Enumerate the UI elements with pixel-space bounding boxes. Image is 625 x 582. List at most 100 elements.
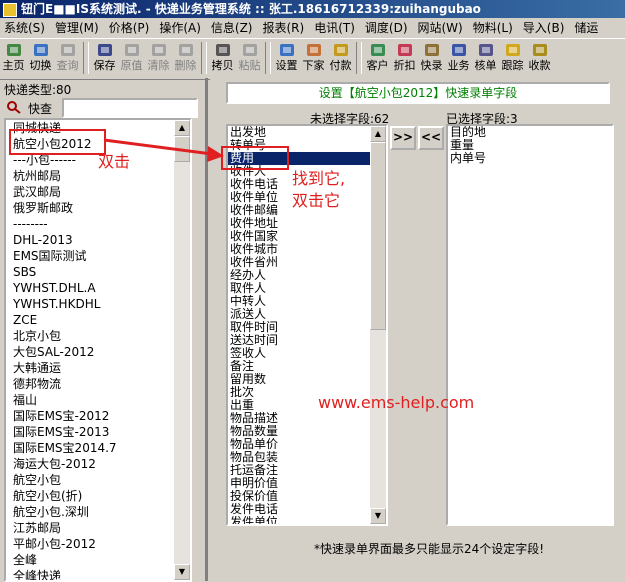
scroll-up-arrow[interactable]: ▲ (370, 126, 386, 142)
courier-type-item[interactable]: 国际EMS宝-2013 (6, 424, 174, 440)
unselected-field-item[interactable]: 备注 (228, 360, 370, 373)
menu-item[interactable]: 物料(L) (469, 21, 519, 35)
unselected-field-item[interactable]: 物品单价 (228, 438, 370, 451)
annotation-double-click-it: 双击它 (292, 191, 341, 210)
toolbar-button-customer[interactable]: 客户 (365, 39, 390, 77)
unselected-field-item[interactable]: 经办人 (228, 269, 370, 282)
toolbar-button-clear[interactable]: 清除 (146, 39, 171, 77)
courier-type-item[interactable]: SBS (6, 264, 174, 280)
toolbar-button-quick-entry[interactable]: 快录 (419, 39, 444, 77)
toolbar-button-discount[interactable]: 折扣 (392, 39, 417, 77)
remove-field-button[interactable]: << (418, 126, 444, 150)
courier-type-item[interactable]: YWHST.HKDHL (6, 296, 174, 312)
courier-type-item[interactable]: 航空小包(折) (6, 488, 174, 504)
toolbar-button-next-party[interactable]: 下家 (301, 39, 326, 77)
courier-type-item[interactable]: 航空小包.深圳 (6, 504, 174, 520)
menu-item[interactable]: 操作(A) (155, 21, 207, 35)
courier-type-item[interactable]: DHL-2013 (6, 232, 174, 248)
courier-type-item[interactable]: 航空小包 (6, 472, 174, 488)
courier-type-item[interactable]: 平邮小包-2012 (6, 536, 174, 552)
toolbar-button-save[interactable]: 保存 (92, 39, 117, 77)
menu-item[interactable]: 管理(M) (51, 21, 105, 35)
courier-type-item[interactable]: 江苏邮局 (6, 520, 174, 536)
courier-list-scrollbar[interactable]: ▲ ▼ (174, 120, 190, 580)
courier-type-item[interactable]: 全峰 (6, 552, 174, 568)
unselected-field-item[interactable]: 发件电话 (228, 503, 370, 516)
menu-item[interactable]: 导入(B) (519, 21, 571, 35)
menu-item[interactable]: 储运 (570, 21, 604, 35)
toolbar: 主页 切换 查询 保存 原值 清除 删除 拷贝 粘贴 设置 下家 付款 客户 折扣 快录 业务 核单 跟踪 收款 (0, 38, 625, 80)
toolbar-button-business[interactable]: 业务 (446, 39, 471, 77)
scroll-down-arrow[interactable]: ▼ (370, 508, 386, 524)
unselected-field-item[interactable]: 物品包装 (228, 451, 370, 464)
add-field-button[interactable]: >> (390, 126, 416, 150)
courier-type-item[interactable]: 国际EMS宝-2012 (6, 408, 174, 424)
menu-item[interactable]: 信息(Z) (207, 21, 259, 35)
unselected-field-item[interactable]: 托运备注 (228, 464, 370, 477)
unselected-field-item[interactable]: 收件省州 (228, 256, 370, 269)
menu-item[interactable]: 网站(W) (414, 21, 469, 35)
toolbar-label: 客户 (366, 59, 389, 72)
unselected-list-scrollbar[interactable]: ▲ ▼ (370, 126, 386, 524)
unselected-field-item[interactable]: 物品数量 (228, 425, 370, 438)
unselected-field-item[interactable]: 取件人 (228, 282, 370, 295)
toolbar-button-switch[interactable]: 切换 (28, 39, 53, 77)
unselected-field-item[interactable]: 投保价值 (228, 490, 370, 503)
toolbar-button-payment[interactable]: 付款 (328, 39, 353, 77)
unselected-field-item[interactable]: 出发地 (228, 126, 370, 139)
courier-type-item[interactable]: YWHST.DHL.A (6, 280, 174, 296)
menu-item[interactable]: 调度(D) (361, 21, 414, 35)
courier-type-item[interactable]: 福山 (6, 392, 174, 408)
courier-type-item[interactable]: 北京小包 (6, 328, 174, 344)
unselected-field-item[interactable]: 发件单位 (228, 516, 370, 524)
courier-type-item[interactable]: 武汉邮局 (6, 184, 174, 200)
highlight-box-courier (9, 129, 106, 155)
toolbar-button-verify[interactable]: 核单 (473, 39, 498, 77)
business-icon (451, 44, 466, 56)
unselected-field-item[interactable]: 申明价值 (228, 477, 370, 490)
toolbar-label: 粘贴 (238, 59, 261, 72)
unselected-field-item[interactable]: 物品描述 (228, 412, 370, 425)
unselected-field-item[interactable]: 收件地址 (228, 217, 370, 230)
courier-type-item[interactable]: 大韩通运 (6, 360, 174, 376)
toolbar-button-settings[interactable]: 设置 (274, 39, 299, 77)
unselected-field-item[interactable]: 收件国家 (228, 230, 370, 243)
toolbar-button-revert[interactable]: 原值 (119, 39, 144, 77)
toolbar-button-paste[interactable]: 粘贴 (237, 39, 262, 77)
scroll-down-arrow[interactable]: ▼ (174, 564, 190, 580)
selected-fields-list[interactable]: 目的地 重量 内单号 (446, 124, 614, 526)
courier-type-item[interactable]: 国际EMS宝2014.7 (6, 440, 174, 456)
menu-item[interactable]: 价格(P) (105, 21, 156, 35)
toolbar-button-track[interactable]: 跟踪 (500, 39, 525, 77)
unselected-field-item[interactable]: 留用数 (228, 373, 370, 386)
menu-item[interactable]: 电讯(T) (310, 21, 361, 35)
courier-type-item[interactable]: 海运大包-2012 (6, 456, 174, 472)
menu-item[interactable]: 报表(R) (258, 21, 310, 35)
selected-field-item[interactable]: 内单号 (448, 152, 612, 165)
courier-type-item[interactable]: -------- (6, 216, 174, 232)
courier-type-item[interactable]: 大包SAL-2012 (6, 344, 174, 360)
courier-type-item[interactable]: EMS国际测试 (6, 248, 174, 264)
courier-type-list[interactable]: 同城快递 航空小包2012 ---小包------ 杭州邮局 武汉邮局 俄罗斯邮政 ----… (4, 118, 192, 582)
courier-type-item[interactable]: 杭州邮局 (6, 168, 174, 184)
courier-type-item[interactable]: 俄罗斯邮政 (6, 200, 174, 216)
toolbar-button-delete[interactable]: 删除 (173, 39, 198, 77)
toolbar-separator (356, 42, 362, 74)
verify-icon (478, 44, 493, 56)
unselected-field-item[interactable]: 派送人 (228, 308, 370, 321)
unselected-field-item[interactable]: 送达时间 (228, 334, 370, 347)
menu-item[interactable]: 系统(S) (0, 21, 51, 35)
unselected-field-item[interactable]: 取件时间 (228, 321, 370, 334)
unselected-field-item[interactable]: 中转人 (228, 295, 370, 308)
toolbar-button-query[interactable]: 查询 (55, 39, 80, 77)
toolbar-button-home[interactable]: 主页 (1, 39, 26, 77)
toolbar-button-collect[interactable]: 收款 (527, 39, 552, 77)
search-input[interactable] (62, 98, 198, 118)
courier-type-item[interactable]: ZCE (6, 312, 174, 328)
courier-type-item[interactable]: 德邦物流 (6, 376, 174, 392)
scroll-thumb[interactable] (370, 142, 386, 330)
unselected-field-item[interactable]: 签收人 (228, 347, 370, 360)
unselected-field-item[interactable]: 收件城市 (228, 243, 370, 256)
toolbar-button-copy[interactable]: 拷贝 (210, 39, 235, 77)
courier-type-item[interactable]: 全峰快递 (6, 568, 174, 580)
